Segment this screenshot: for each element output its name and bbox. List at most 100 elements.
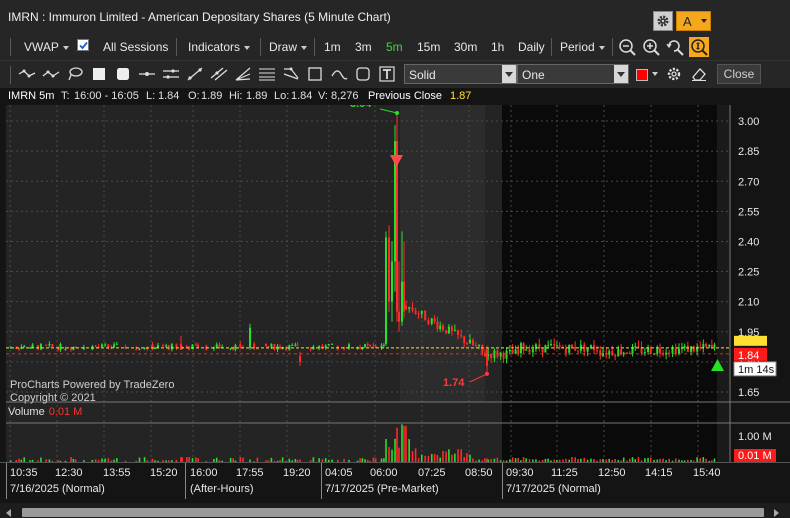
- candle-body: [191, 344, 194, 350]
- rectangle-outline-icon[interactable]: [306, 66, 324, 82]
- candle-body: [291, 344, 294, 346]
- price-tick-label: 2.40: [738, 236, 759, 248]
- interval-5m[interactable]: 5m: [386, 40, 403, 54]
- lasso-icon[interactable]: [66, 66, 84, 82]
- candle-body: [514, 349, 517, 354]
- account-menu-button[interactable]: A: [676, 11, 711, 31]
- hi-label: Hi:: [229, 90, 243, 102]
- price-chart[interactable]: 3.002.852.702.552.402.252.101.951.801.65…: [0, 105, 790, 505]
- candle-body: [398, 311, 400, 322]
- volume-bar: [469, 454, 471, 462]
- candle-body: [51, 343, 54, 347]
- candle-body: [601, 352, 604, 356]
- rectangle-fill-icon[interactable]: [90, 66, 108, 82]
- text-tool-icon[interactable]: [378, 66, 396, 82]
- interval-1h[interactable]: 1h: [491, 40, 504, 54]
- candle-body: [366, 344, 369, 346]
- gann-icon[interactable]: [282, 66, 300, 82]
- candle-body: [511, 349, 514, 354]
- candle-body: [239, 344, 242, 348]
- fan-lines-icon[interactable]: [234, 66, 252, 82]
- indicators-dropdown[interactable]: Indicators: [188, 40, 251, 54]
- parallel-lines-icon[interactable]: [162, 66, 180, 82]
- candle-body: [403, 281, 405, 312]
- all-sessions-checkbox[interactable]: [77, 39, 89, 51]
- zoom-out-button[interactable]: [617, 37, 637, 57]
- scroll-right-icon[interactable]: [774, 509, 779, 517]
- time-axis[interactable]: 10:35 12:30 13:55 15:20 16:00 17:55 19:2…: [0, 462, 790, 503]
- candle-body: [215, 344, 218, 348]
- candle-body: [634, 346, 637, 348]
- zoom-fit-button[interactable]: [689, 37, 709, 57]
- line-style-select[interactable]: Solid: [404, 64, 517, 84]
- candle-body: [558, 345, 561, 348]
- candle-body: [175, 344, 178, 348]
- price-axis-background: [730, 105, 790, 462]
- horizontal-scrollbar[interactable]: [0, 503, 790, 518]
- rounded-outline-icon[interactable]: [354, 66, 372, 82]
- volume-bar: [411, 451, 414, 462]
- candle-body: [708, 344, 711, 347]
- crosshair-line-icon[interactable]: [18, 66, 36, 82]
- eraser-icon[interactable]: [690, 66, 708, 82]
- trend-line-icon[interactable]: [186, 66, 204, 82]
- candle-body: [490, 353, 493, 359]
- time-tick: 12:50: [598, 467, 626, 479]
- scroll-left-icon[interactable]: [6, 509, 11, 517]
- candle-body: [531, 349, 534, 353]
- color-swatch[interactable]: [636, 69, 648, 81]
- settings-button[interactable]: [653, 11, 673, 31]
- all-sessions-label[interactable]: All Sessions: [103, 40, 168, 54]
- interval-daily[interactable]: Daily: [518, 40, 545, 54]
- crosshair-highlight-band: [400, 105, 485, 402]
- candle-body: [471, 339, 474, 346]
- vwap-dropdown[interactable]: VWAP: [24, 40, 69, 54]
- interval-1m[interactable]: 1m: [324, 40, 341, 54]
- toolbar-divider: [551, 38, 552, 56]
- toolbar-divider: [612, 38, 613, 56]
- candle-body: [104, 344, 107, 346]
- close-drawing-button[interactable]: Close: [717, 64, 761, 84]
- candle-body: [309, 348, 312, 350]
- high-marker-dot: [395, 111, 399, 116]
- scrollbar-thumb[interactable]: [22, 508, 764, 517]
- candle-body: [568, 344, 571, 353]
- time-tick: 17:55: [236, 467, 264, 479]
- hi-value: 1.89: [246, 90, 268, 102]
- color-dropdown-icon[interactable]: [652, 72, 658, 76]
- fibonacci-icon[interactable]: [258, 66, 276, 82]
- candle-body: [481, 344, 484, 353]
- period-dropdown[interactable]: Period: [560, 40, 605, 54]
- candle-body: [433, 318, 436, 322]
- arc-icon[interactable]: [330, 66, 348, 82]
- line-width-select[interactable]: One: [517, 64, 629, 84]
- lo-value: 1.84: [291, 90, 313, 102]
- zoom-in-button[interactable]: [641, 37, 661, 57]
- candle-body: [517, 349, 520, 354]
- zoom-reset-button[interactable]: [665, 37, 685, 57]
- candle-body: [369, 344, 372, 346]
- low-marker-label: 1.74: [443, 377, 465, 389]
- rounded-rect-icon[interactable]: [114, 66, 132, 82]
- window-title: IMRN : Immuron Limited - American Deposi…: [8, 10, 391, 24]
- draw-dropdown[interactable]: Draw: [269, 40, 308, 54]
- vol-label: V:: [318, 90, 328, 102]
- path-tool-icon[interactable]: [42, 66, 60, 82]
- horizontal-line-icon[interactable]: [138, 66, 156, 82]
- candle-body: [420, 310, 423, 315]
- candle-body: [180, 343, 182, 350]
- channel-icon[interactable]: [210, 66, 228, 82]
- gear-icon[interactable]: [666, 66, 682, 82]
- time-tick: 07:25: [418, 467, 446, 479]
- interval-15m[interactable]: 15m: [417, 40, 440, 54]
- countdown-label: 1m 14s: [738, 364, 775, 376]
- previous-close-value: 1.87: [450, 90, 472, 102]
- candle-body: [441, 325, 444, 331]
- candle-body: [29, 347, 32, 349]
- candle-body: [18, 348, 21, 350]
- volume-tick-label: 0.01 M: [738, 450, 772, 462]
- interval-3m[interactable]: 3m: [355, 40, 372, 54]
- interval-30m[interactable]: 30m: [454, 40, 477, 54]
- line-width-value: One: [522, 68, 545, 82]
- price-tick-label: 1.65: [738, 387, 759, 399]
